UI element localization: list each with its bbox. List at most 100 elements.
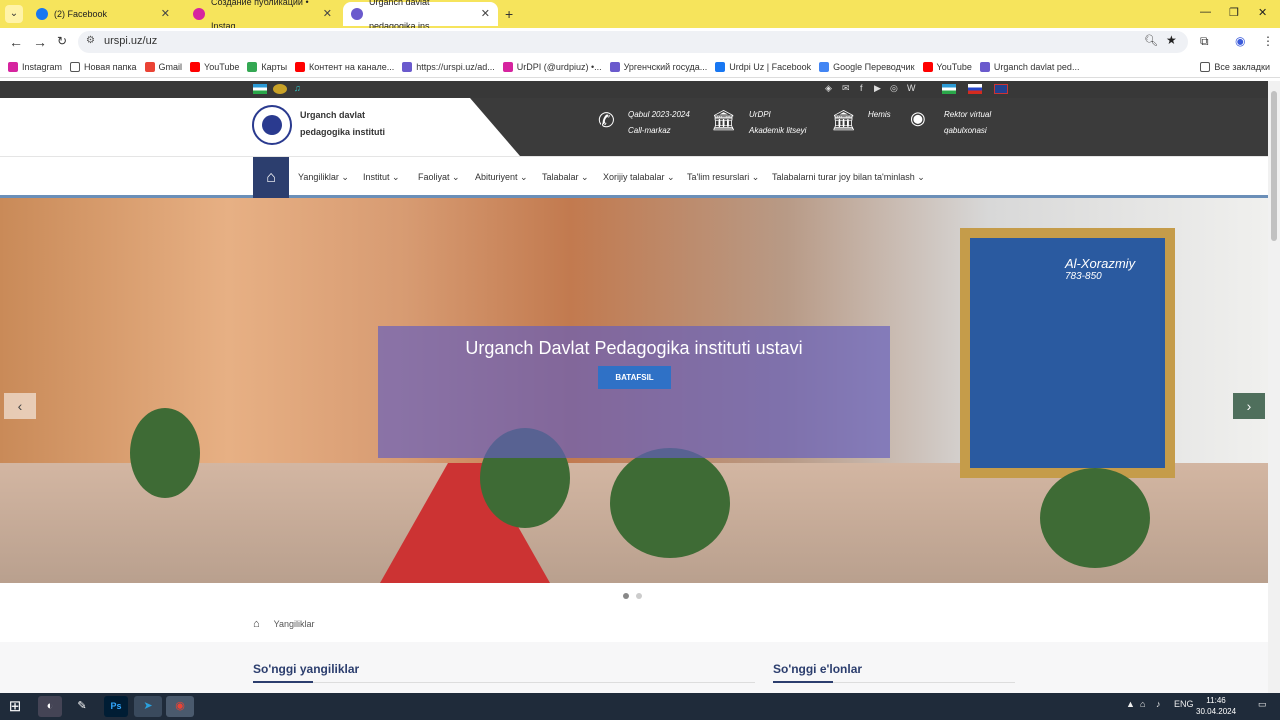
header-item-line2: qabulxonasi <box>944 126 987 135</box>
tab-search-menu[interactable]: ⌄ <box>5 5 23 23</box>
bookmark-content[interactable]: Контент на канале... <box>295 61 395 72</box>
menu-icon[interactable]: ⋮ <box>1262 34 1274 48</box>
slider-dot-1[interactable] <box>623 593 629 599</box>
webpage: ♫ ◈ ✉ f ▶ ◎ W Urganch davlat pedagogika … <box>0 81 1268 693</box>
bookmark-maps[interactable]: Карты <box>247 61 287 72</box>
tab-title: (2) Facebook <box>54 9 108 19</box>
tab-urspi[interactable]: Urganch davlat pedagogika ins ✕ <box>343 0 498 31</box>
lang-uz-icon[interactable] <box>942 84 956 94</box>
home-icon[interactable]: ⌂ <box>253 618 260 630</box>
address-bar[interactable]: ⚙ urspi.uz/uz 🔍︎ ★ <box>78 31 1188 53</box>
bookmark-urspi-admin[interactable]: https://urspi.uz/ad... <box>402 61 495 72</box>
header-admission[interactable]: Qabul 2023-2024 Call-markaz <box>628 107 690 139</box>
slider-prev-button[interactable]: ‹ <box>4 393 36 419</box>
bookmark-youtube-2[interactable]: YouTube <box>922 61 972 72</box>
slider-dot-2[interactable] <box>636 593 642 599</box>
header-lyceum[interactable]: UrDPI Akademik litseyi <box>749 107 806 139</box>
paint-icon[interactable]: ✎ <box>70 696 94 717</box>
maximize-button[interactable]: ❐ <box>1229 6 1239 19</box>
news-section: So'nggi yangiliklar So'nggi e'lonlar <box>0 642 1268 693</box>
header-hemis[interactable]: Hemis <box>868 107 891 123</box>
header-item-line2: Call-markaz <box>628 126 671 135</box>
instagram-icon[interactable]: ◎ <box>890 83 898 94</box>
nav-institut[interactable]: Institut ⌄ <box>363 172 400 183</box>
nav-talabalar[interactable]: Talabalar ⌄ <box>542 172 589 183</box>
header-item-line1: Hemis <box>868 110 891 119</box>
bookmark-label: Gmail <box>158 61 183 72</box>
plant-decoration <box>130 408 200 498</box>
home-icon[interactable]: ⌂ <box>253 157 289 199</box>
youtube-icon <box>922 61 933 72</box>
nav-yangiliklar[interactable]: Yangiliklar ⌄ <box>298 172 349 183</box>
telegram-icon: ◉ <box>910 108 926 128</box>
extensions-icon[interactable]: ⧉ <box>1200 34 1209 49</box>
nav-faoliyat[interactable]: Faoliyat ⌄ <box>418 172 460 183</box>
batafsil-button[interactable]: BATAFSIL <box>598 366 671 389</box>
page-scrollbar[interactable] <box>1268 81 1280 693</box>
close-icon[interactable]: ✕ <box>161 2 170 26</box>
institute-name[interactable]: Urganch davlat pedagogika instituti <box>300 107 385 141</box>
bookmark-star-icon[interactable]: ★ <box>1166 33 1177 47</box>
telegram-icon[interactable]: ➤ <box>134 696 162 717</box>
wikipedia-icon[interactable]: W <box>907 83 916 93</box>
reload-button[interactable]: ↻ <box>57 34 67 48</box>
bookmark-instagram[interactable]: Instagram <box>8 61 62 72</box>
new-tab-button[interactable]: + <box>505 6 513 22</box>
facebook-icon[interactable]: f <box>860 83 863 93</box>
tab-instagram[interactable]: Создание публикации • Instag ✕ <box>185 0 340 31</box>
photoshop-icon[interactable]: Ps <box>104 696 128 717</box>
close-window-button[interactable]: ✕ <box>1258 6 1267 19</box>
youtube-icon <box>190 61 201 72</box>
site-header: Urganch davlat pedagogika instituti ✆ Qa… <box>0 98 1268 156</box>
translate-icon <box>819 61 830 72</box>
volume-icon[interactable]: ♪ <box>1156 699 1161 709</box>
app-icon[interactable]: ◐ <box>38 696 62 717</box>
mail-icon[interactable]: ✉ <box>842 83 850 94</box>
slider-next-button[interactable]: › <box>1233 393 1265 419</box>
bookmark-youtube[interactable]: YouTube <box>190 61 239 72</box>
tab-facebook[interactable]: (2) Facebook ✕ <box>28 2 178 26</box>
windows-start-icon[interactable]: ⊞ <box>3 696 27 717</box>
lang-en-icon[interactable] <box>994 84 1008 94</box>
close-icon[interactable]: ✕ <box>481 2 490 26</box>
bookmark-folder[interactable]: Новая папка <box>70 61 137 72</box>
scrollbar-thumb[interactable] <box>1271 91 1277 241</box>
bookmark-label: Контент на канале... <box>309 61 395 72</box>
latest-announcements-heading: So'nggi e'lonlar <box>773 662 863 676</box>
all-bookmarks[interactable]: Все закладки <box>1200 61 1280 72</box>
bookmark-google-translate[interactable]: Google Переводчик <box>819 61 915 72</box>
minimize-button[interactable]: — <box>1200 6 1211 18</box>
header-rector[interactable]: Rektor virtual qabulxonasi <box>944 107 991 139</box>
tray-expand-icon[interactable]: ▲ <box>1126 699 1135 709</box>
slide-caption-box: Urganch Davlat Pedagogika instituti usta… <box>378 326 890 458</box>
site-topbar: ♫ ◈ ✉ f ▶ ◎ W <box>0 81 1268 98</box>
instagram-icon <box>193 8 205 20</box>
site-info-icon[interactable]: ⚙ <box>86 35 95 46</box>
notification-icon[interactable]: ▭ <box>1258 699 1267 710</box>
nav-talim-resurslari[interactable]: Ta'lim resurslari ⌄ <box>687 172 759 183</box>
zoom-icon[interactable]: 🔍︎ <box>1144 34 1158 47</box>
back-button[interactable]: ← <box>9 34 23 50</box>
nav-abituriyent[interactable]: Abituriyent ⌄ <box>475 172 528 183</box>
bookmark-urganch-ped[interactable]: Urganch davlat ped... <box>979 61 1079 72</box>
forward-button[interactable]: → <box>33 34 47 50</box>
header-item-line1: Rektor virtual <box>944 110 992 119</box>
bookmark-gmail[interactable]: Gmail <box>144 61 183 72</box>
bookmark-urdpi-facebook[interactable]: Urdpi Uz | Facebook <box>715 61 811 72</box>
header-item-line1: UrDPI <box>749 110 771 119</box>
chrome-icon[interactable]: ◉ <box>166 696 194 717</box>
bookmark-label: Все закладки <box>1214 61 1270 72</box>
close-icon[interactable]: ✕ <box>323 2 332 26</box>
nav-turar-joy[interactable]: Talabalarni turar joy bilan ta'minlash ⌄ <box>772 172 925 183</box>
bookmark-urdpi-instagram[interactable]: UrDPI (@urdpiuz) •... <box>502 61 602 72</box>
profile-icon[interactable]: ◉ <box>1235 34 1245 48</box>
language-indicator[interactable]: ENG <box>1174 699 1194 709</box>
bookmark-urgench-state[interactable]: Ургенчский госуда... <box>609 61 707 72</box>
telegram-icon[interactable]: ◈ <box>825 83 832 94</box>
institute-logo[interactable] <box>252 105 292 145</box>
clock[interactable]: 11:46 30.04.2024 <box>1196 695 1236 717</box>
youtube-icon[interactable]: ▶ <box>874 83 881 94</box>
nav-xorijiy[interactable]: Xorijiy talabalar ⌄ <box>603 172 675 183</box>
lang-ru-icon[interactable] <box>968 84 982 94</box>
network-icon[interactable]: ⌂ <box>1140 699 1145 709</box>
